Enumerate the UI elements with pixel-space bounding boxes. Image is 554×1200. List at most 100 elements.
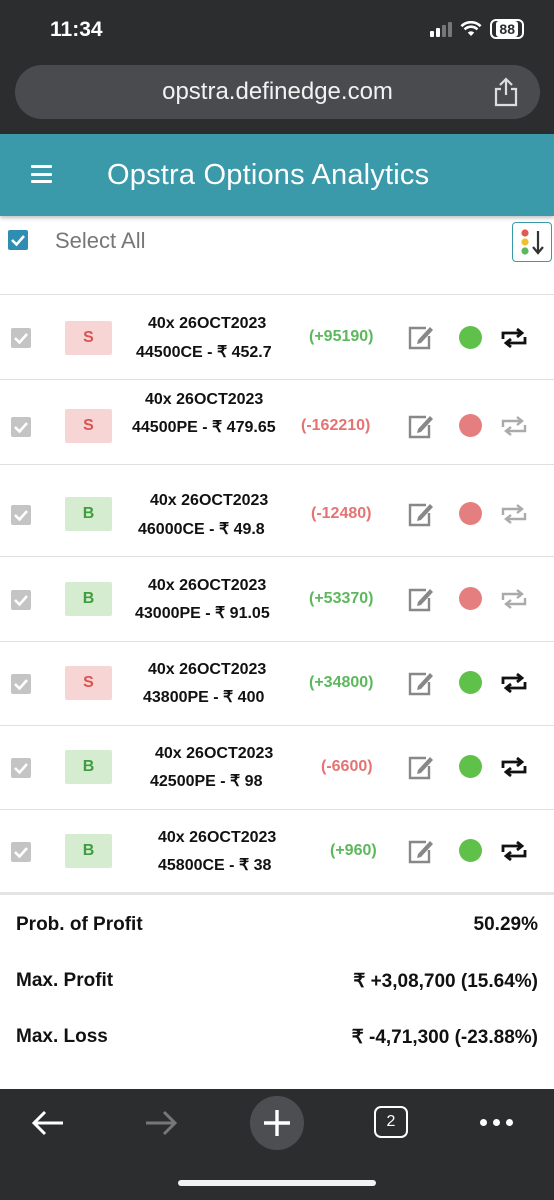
check-icon — [14, 595, 28, 607]
repeat-icon[interactable] — [499, 672, 529, 694]
leg-checkbox[interactable] — [11, 328, 31, 348]
status-dot[interactable] — [459, 755, 482, 778]
side-badge: S — [65, 321, 112, 355]
leg-pnl: (+53370) — [309, 590, 374, 607]
wifi-icon — [460, 21, 482, 36]
leg-row: B 40x 26OCT2023 46000CE - ₹ 49.8 (-12480… — [0, 473, 554, 557]
side-badge: B — [65, 497, 112, 531]
edit-icon[interactable] — [406, 413, 434, 439]
edit-icon[interactable] — [406, 670, 434, 696]
leg-strike-price: 45800CE - ₹ 38 — [158, 857, 272, 874]
check-icon — [14, 510, 28, 522]
summary-row: Max. Loss ₹ -4,71,300 (-23.88%) — [0, 1026, 554, 1056]
status-icons: 88 — [430, 19, 524, 39]
select-all-label: Select All — [55, 228, 146, 253]
status-dot[interactable] — [459, 326, 482, 349]
repeat-icon[interactable] — [499, 503, 529, 525]
leg-row: S 40x 26OCT2023 43800PE - ₹ 400 (+34800) — [0, 642, 554, 726]
check-icon — [14, 847, 28, 859]
status-dot[interactable] — [459, 587, 482, 610]
summary-value: ₹ -4,71,300 (-23.88%) — [351, 1027, 538, 1048]
side-badge: B — [65, 582, 112, 616]
select-all-row: Select All — [0, 216, 554, 295]
check-icon — [14, 422, 28, 434]
summary-label: Max. Profit — [16, 970, 114, 991]
forward-arrow-icon[interactable] — [143, 1109, 179, 1137]
summary-divider — [0, 892, 554, 895]
summary-value: ₹ +3,08,700 (15.64%) — [353, 971, 538, 992]
side-badge: B — [65, 750, 112, 784]
check-icon — [14, 763, 28, 775]
summary-label: Max. Loss — [16, 1026, 108, 1047]
repeat-icon[interactable] — [499, 756, 529, 778]
sort-icon — [521, 229, 544, 255]
leg-checkbox[interactable] — [11, 674, 31, 694]
home-indicator — [178, 1180, 376, 1186]
leg-row: B 40x 26OCT2023 45800CE - ₹ 38 (+960) — [0, 810, 554, 894]
status-dot[interactable] — [459, 839, 482, 862]
leg-expiry: 40x 26OCT2023 — [145, 391, 264, 408]
side-badge: S — [65, 409, 112, 443]
status-time: 11:34 — [50, 18, 103, 41]
summary-row: Prob. of Profit 50.29% — [0, 914, 554, 944]
leg-row: S 40x 26OCT2023 44500CE - ₹ 452.7 (+9519… — [0, 296, 554, 380]
leg-expiry: 40x 26OCT2023 — [150, 492, 269, 509]
edit-icon[interactable] — [406, 754, 434, 780]
status-dot[interactable] — [459, 671, 482, 694]
leg-checkbox[interactable] — [11, 505, 31, 525]
repeat-icon[interactable] — [499, 415, 529, 437]
leg-pnl: (+34800) — [309, 674, 374, 691]
edit-icon[interactable] — [406, 838, 434, 864]
leg-checkbox[interactable] — [11, 758, 31, 778]
status-dot[interactable] — [459, 414, 482, 437]
leg-checkbox[interactable] — [11, 842, 31, 862]
back-arrow-icon[interactable] — [30, 1109, 66, 1137]
new-tab-button[interactable] — [250, 1096, 304, 1150]
side-badge: S — [65, 666, 112, 700]
leg-expiry: 40x 26OCT2023 — [148, 661, 267, 678]
leg-row: B 40x 26OCT2023 42500PE - ₹ 98 (-6600) — [0, 726, 554, 810]
menu-icon[interactable] — [31, 165, 52, 183]
more-menu-icon[interactable] — [480, 1119, 513, 1126]
leg-pnl: (+95190) — [309, 328, 374, 345]
battery-level: 88 — [496, 21, 518, 37]
app-header: Opstra Options Analytics — [0, 134, 554, 216]
select-all-checkbox[interactable] — [8, 230, 28, 250]
url-text: opstra.definedge.com — [162, 78, 393, 105]
leg-strike-price: 43000PE - ₹ 91.05 — [135, 605, 270, 622]
status-dot[interactable] — [459, 502, 482, 525]
edit-icon[interactable] — [406, 586, 434, 612]
repeat-icon[interactable] — [499, 327, 529, 349]
leg-pnl: (-162210) — [301, 417, 371, 434]
leg-expiry: 40x 26OCT2023 — [158, 829, 277, 846]
check-icon — [11, 235, 25, 247]
leg-pnl: (+960) — [330, 842, 377, 859]
plus-icon — [264, 1110, 290, 1136]
browser-top-chrome: 11:34 88 opstra.definedge.com — [0, 0, 554, 134]
leg-pnl: (-12480) — [311, 505, 372, 522]
share-icon[interactable] — [492, 77, 520, 107]
leg-checkbox[interactable] — [11, 590, 31, 610]
leg-strike-price: 44500PE - ₹ 479.65 — [132, 419, 276, 436]
leg-pnl: (-6600) — [321, 758, 373, 775]
leg-expiry: 40x 26OCT2023 — [155, 745, 274, 762]
sort-button[interactable] — [512, 222, 552, 262]
summary-label: Prob. of Profit — [16, 914, 143, 935]
address-bar[interactable]: opstra.definedge.com — [15, 65, 540, 119]
leg-strike-price: 44500CE - ₹ 452.7 — [136, 344, 272, 361]
leg-strike-price: 43800PE - ₹ 400 — [143, 689, 265, 706]
check-icon — [14, 333, 28, 345]
repeat-icon[interactable] — [499, 588, 529, 610]
summary-value: 50.29% — [473, 914, 538, 935]
edit-icon[interactable] — [406, 324, 434, 350]
tabs-button[interactable]: 2 — [374, 1106, 408, 1138]
edit-icon[interactable] — [406, 501, 434, 527]
app-title: Opstra Options Analytics — [107, 159, 430, 191]
battery-indicator: 88 — [490, 19, 524, 39]
cellular-signal-icon — [430, 21, 453, 37]
side-badge: B — [65, 834, 112, 868]
check-icon — [14, 679, 28, 691]
leg-checkbox[interactable] — [11, 417, 31, 437]
summary-row: Max. Profit ₹ +3,08,700 (15.64%) — [0, 970, 554, 1000]
repeat-icon[interactable] — [499, 840, 529, 862]
